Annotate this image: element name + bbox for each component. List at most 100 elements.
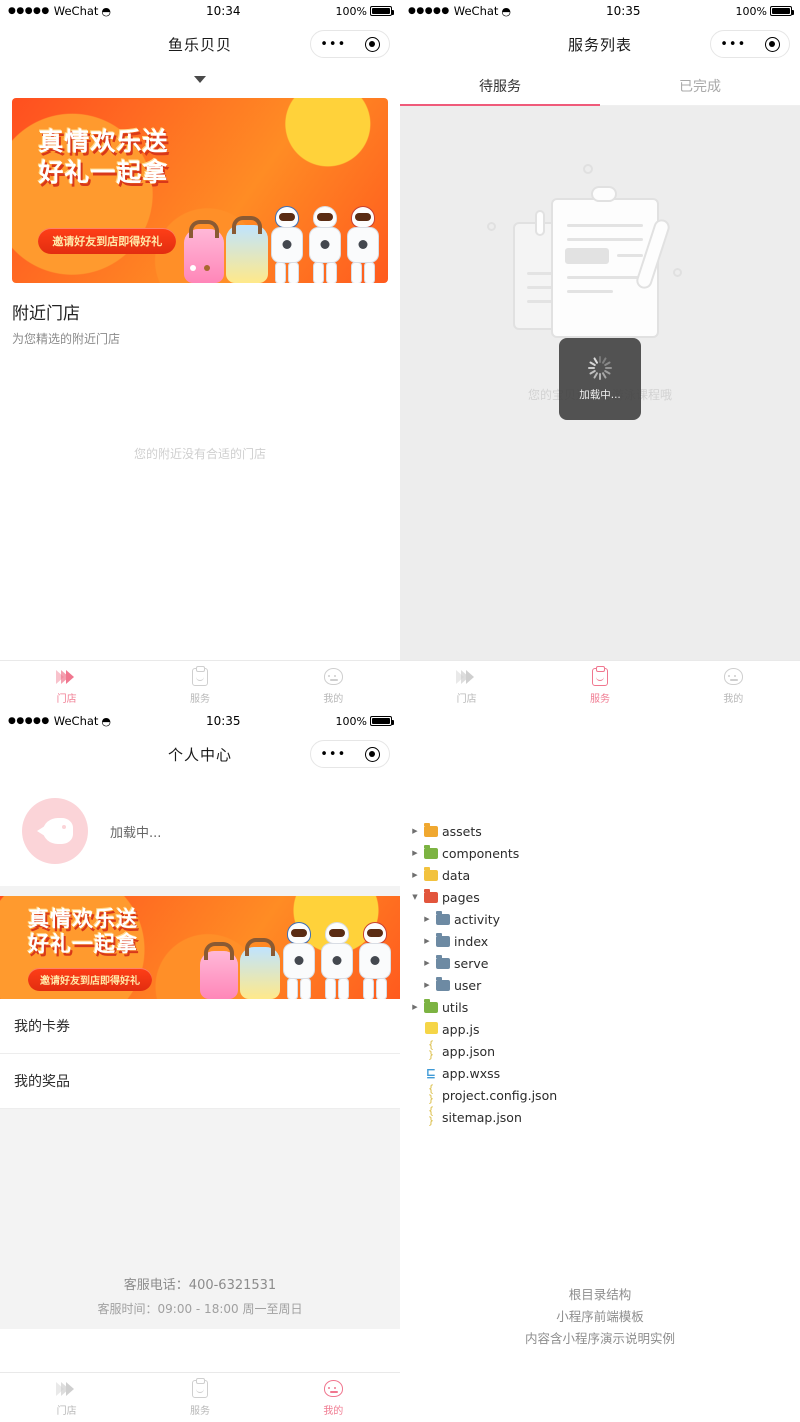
json-file-icon: { } [427, 1106, 435, 1127]
chevron-right-icon[interactable] [422, 981, 432, 989]
chevron-down-icon[interactable] [194, 75, 206, 83]
status-bar-time: 10:35 [605, 4, 641, 18]
tab-store[interactable]: 门店 [0, 1379, 133, 1417]
carrier-label: WeChat [53, 714, 99, 728]
battery-icon [370, 716, 394, 726]
more-icon[interactable]: ••• [320, 748, 346, 761]
menu-item-my-prizes[interactable]: 我的奖品 [0, 1054, 400, 1109]
chevron-right-icon[interactable] [422, 937, 432, 945]
store-icon [56, 1379, 75, 1399]
js-file-icon [424, 1022, 438, 1036]
more-icon[interactable]: ••• [720, 38, 746, 51]
tab-service[interactable]: 服务 [133, 1377, 266, 1417]
face-icon [323, 1379, 343, 1399]
tab-service[interactable]: 服务 [133, 665, 266, 705]
target-icon[interactable] [764, 36, 780, 52]
target-icon[interactable] [364, 746, 380, 762]
carrier-label: WeChat [53, 4, 99, 18]
status-bar-time: 10:35 [205, 714, 241, 728]
robot-toy-icon [270, 207, 304, 283]
banner-dot-active[interactable] [204, 265, 210, 271]
tab-mine[interactable]: 我的 [667, 667, 800, 705]
tree-node-app-js[interactable]: app.js [410, 1018, 800, 1040]
wechat-capsule-panel3[interactable]: ••• [310, 740, 390, 768]
tree-node-label: app.wxss [442, 1065, 501, 1081]
tab-pending[interactable]: 待服务 [400, 66, 600, 106]
chevron-right-icon[interactable] [422, 959, 432, 967]
tree-node-user[interactable]: user [410, 974, 800, 996]
banner-cta-button[interactable]: 邀请好友到店即得好礼 [38, 228, 177, 254]
file-tree: assets components data pages activity index se… [400, 710, 800, 1128]
avatar[interactable] [22, 798, 88, 864]
promo-banner-panel1[interactable]: 真情欢乐送 好礼一起拿 邀请好友到店即得好礼 [12, 98, 388, 283]
banner-toys-illustration [200, 923, 392, 999]
status-bar-panel2: ●●●●● WeChat ◓ 10:35 100% [400, 0, 800, 22]
chevron-down-icon[interactable] [410, 893, 420, 901]
signal-dots-icon: ●●●●● [8, 6, 50, 16]
target-icon[interactable] [364, 36, 380, 52]
tab-mine-label: 我的 [323, 693, 344, 705]
nav-bar-panel2: 服务列表 ••• [400, 22, 800, 66]
chevron-right-icon[interactable] [410, 849, 420, 857]
json-file-icon: { } [427, 1040, 435, 1061]
tree-node-activity[interactable]: activity [410, 908, 800, 930]
tab-store-label: 门店 [56, 1405, 77, 1417]
wifi-icon: ◓ [501, 4, 512, 18]
tree-node-utils[interactable]: utils [410, 996, 800, 1018]
tree-node-index[interactable]: index [410, 930, 800, 952]
tab-completed[interactable]: 已完成 [600, 66, 800, 105]
user-profile-row[interactable]: 加载中... [0, 776, 400, 886]
folder-icon [424, 866, 438, 881]
page-title: 服务列表 [567, 35, 632, 54]
user-loading-label: 加载中... [110, 825, 162, 841]
panel-store-home: ●●●●● WeChat ◓ 10:34 100% 鱼乐贝贝 ••• 真情欢乐送… [0, 0, 400, 710]
tree-node-project-config-json[interactable]: { } project.config.json [410, 1084, 800, 1106]
loading-toast: 加载中... [559, 338, 641, 420]
folder-icon [436, 976, 450, 991]
banner-toys-illustration [184, 207, 380, 283]
banner-cta-button[interactable]: 邀请好友到店即得好礼 [28, 968, 152, 991]
tree-node-data[interactable]: data [410, 864, 800, 886]
tree-node-app-wxss[interactable]: ⊑ app.wxss [410, 1062, 800, 1084]
more-icon[interactable]: ••• [320, 38, 346, 51]
chevron-right-icon[interactable] [410, 871, 420, 879]
location-dropdown[interactable] [0, 66, 400, 92]
tree-node-sitemap-json[interactable]: { } sitemap.json [410, 1106, 800, 1128]
tree-node-app-json[interactable]: { } app.json [410, 1040, 800, 1062]
tree-node-label: activity [454, 911, 501, 927]
tab-mine[interactable]: 我的 [267, 667, 400, 705]
service-hours-label: 客服时间：09:00 - 18:00 周一至周日 [97, 1302, 303, 1316]
clipboard-icon [191, 1377, 208, 1399]
tree-node-label: app.js [442, 1021, 480, 1037]
tab-store[interactable]: 门店 [400, 667, 533, 705]
tree-node-pages[interactable]: pages [410, 886, 800, 908]
tree-node-components[interactable]: components [410, 842, 800, 864]
tab-store[interactable]: 门店 [0, 667, 133, 705]
robot-toy-icon [358, 923, 392, 999]
chevron-right-icon[interactable] [410, 1003, 420, 1011]
wechat-capsule-panel2[interactable]: ••• [710, 30, 790, 58]
tree-node-assets[interactable]: assets [410, 820, 800, 842]
chevron-right-icon[interactable] [422, 915, 432, 923]
nearby-stores-title: 附近门店 [12, 304, 80, 324]
promo-banner-panel3[interactable]: 真情欢乐送 好礼一起拿 邀请好友到店即得好礼 [0, 896, 400, 999]
banner-pagination-dots[interactable] [190, 265, 210, 271]
menu-item-label: 我的奖品 [14, 1074, 70, 1090]
chevron-right-icon[interactable] [410, 827, 420, 835]
wifi-icon: ◓ [101, 4, 112, 18]
tree-node-label: sitemap.json [442, 1109, 522, 1125]
clipboard-icon [591, 665, 608, 687]
tree-node-serve[interactable]: serve [410, 952, 800, 974]
tab-mine[interactable]: 我的 [267, 1379, 400, 1417]
tab-mine-label: 我的 [323, 1405, 344, 1417]
status-bar-left: ●●●●● WeChat ◓ [8, 714, 111, 728]
banner-dot[interactable] [190, 265, 196, 271]
wxss-file-icon: ⊑ [425, 1066, 437, 1080]
robot-toy-icon [318, 923, 356, 999]
wechat-capsule-panel1[interactable]: ••• [310, 30, 390, 58]
panel-personal-center: ●●●●● WeChat ◓ 10:35 100% 个人中心 ••• 加载中..… [0, 710, 400, 1422]
banner-line-1: 真情欢乐送 [28, 907, 138, 932]
tab-service[interactable]: 服务 [533, 665, 666, 705]
banner-line-2: 好礼一起拿 [38, 157, 169, 187]
menu-item-my-coupons[interactable]: 我的卡券 [0, 999, 400, 1054]
